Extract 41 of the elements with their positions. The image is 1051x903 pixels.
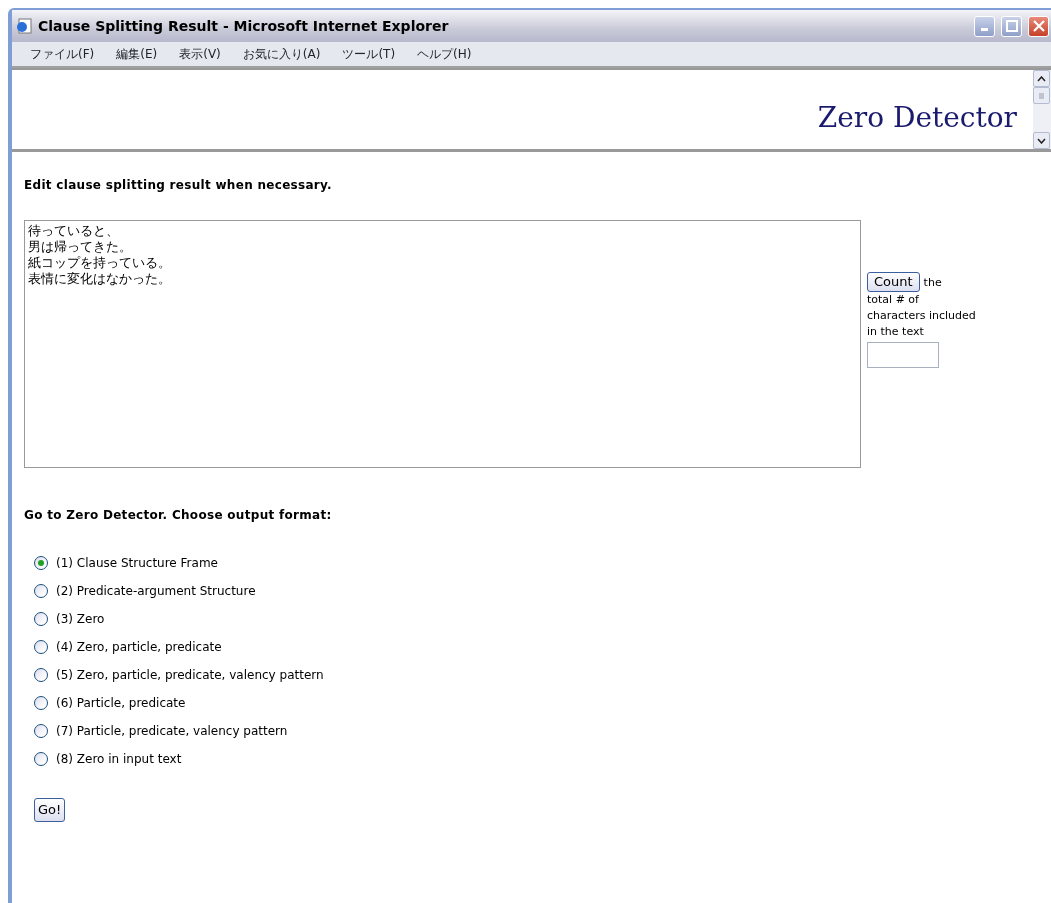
radio-button[interactable] <box>34 556 48 570</box>
close-icon <box>1032 20 1045 32</box>
count-description: total # of characters included in the text <box>867 292 977 340</box>
radio-button[interactable] <box>34 668 48 682</box>
grip-icon[interactable] <box>1037 91 1046 100</box>
option-label: (5) Zero, particle, predicate, valency pattern <box>56 667 324 684</box>
radio-button[interactable] <box>34 640 48 654</box>
count-button[interactable]: Count <box>867 272 920 292</box>
text-area[interactable]: 待っていると、 男は帰ってきた。 紙コップを持っている。 表情に変化はなかった。 <box>24 220 861 468</box>
menu-item[interactable]: ヘルプ(H) <box>417 45 472 63</box>
browser-icon <box>16 18 32 34</box>
format-heading: Go to Zero Detector. Choose output format: <box>24 507 333 524</box>
option-label: (6) Particle, predicate <box>56 695 186 712</box>
radio-button[interactable] <box>34 584 48 598</box>
site-logo: Zero Detector <box>817 100 1017 136</box>
option-label: (7) Particle, predicate, valency pattern <box>56 723 288 740</box>
radio-button[interactable] <box>34 612 48 626</box>
minimize-icon <box>981 28 988 31</box>
close-button[interactable] <box>1028 15 1049 37</box>
menu-item[interactable]: お気に入り(A) <box>242 45 321 63</box>
count-description: the <box>923 276 942 289</box>
scrollbar[interactable] <box>1033 70 1051 149</box>
option-label: (2) Predicate-argument Structure <box>56 583 256 600</box>
menu-item[interactable]: 表示(V) <box>179 45 221 63</box>
radio-button[interactable] <box>34 752 48 766</box>
menu-item[interactable]: 編集(E) <box>116 45 158 63</box>
maximize-button[interactable] <box>1001 15 1022 37</box>
option-label: (3) Zero <box>56 611 105 628</box>
maximize-icon <box>1005 20 1018 32</box>
go-button[interactable]: Go! <box>34 798 66 822</box>
window-title: Clause Splitting Result - Microsoft Internet Explorer <box>38 16 450 36</box>
radio-button[interactable] <box>34 696 48 710</box>
option-label: (4) Zero, particle, predicate <box>56 639 222 656</box>
count-field[interactable] <box>867 342 939 368</box>
minimize-button[interactable] <box>974 15 995 37</box>
instruction-heading: Edit clause splitting result when necessary. <box>24 177 333 194</box>
radio-button[interactable] <box>34 724 48 738</box>
option-label: (8) Zero in input text <box>56 751 182 768</box>
option-label: (1) Clause Structure Frame <box>56 555 218 572</box>
menu-item[interactable]: ファイル(F) <box>30 45 95 63</box>
menu-item[interactable]: ツール(T) <box>342 45 396 63</box>
